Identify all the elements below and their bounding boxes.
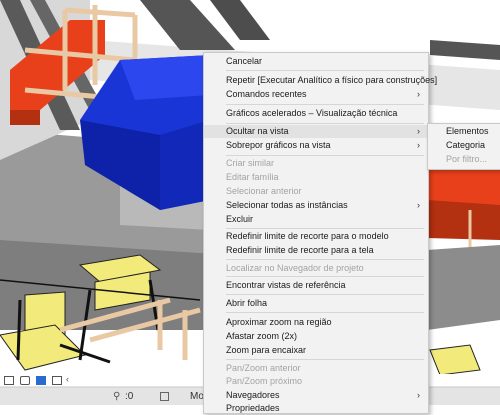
chevron-right-icon: › (417, 390, 420, 400)
menu-item-localizar-navegador[interactable]: Localizar no Navegador de projeto (204, 262, 428, 275)
menu-item-selecionar-anterior[interactable]: Selecionar anterior (204, 185, 428, 198)
menu-separator (226, 155, 424, 156)
chevron-right-icon: › (417, 140, 420, 150)
submenu-item-categoria[interactable]: Categoria (428, 139, 500, 152)
selection-filter-icon[interactable]: ⚲ (113, 391, 120, 402)
menu-item-selecionar-todas-instancias[interactable]: Selecionar todas as instâncias › (204, 199, 428, 212)
chevron-right-icon: › (417, 89, 420, 99)
view-control-icon-3[interactable] (36, 376, 46, 385)
menu-separator (226, 104, 424, 105)
menu-separator (226, 312, 424, 313)
context-menu: Cancelar Repetir [Executar Analítico a f… (203, 52, 437, 415)
selection-count: :0 (125, 391, 134, 402)
menu-item-redefinir-recorte-tela[interactable]: Redefinir limite de recorte para a tela (204, 244, 428, 257)
model-label: Mo (190, 391, 204, 402)
menu-item-abrir-folha[interactable]: Abrir folha (204, 297, 428, 310)
menu-separator (226, 228, 424, 229)
view-control-chevron-icon[interactable]: ‹ (66, 374, 69, 384)
menu-separator (226, 259, 424, 260)
menu-item-aproximar-zoom[interactable]: Aproximar zoom na região (204, 316, 428, 329)
menu-separator (226, 359, 424, 360)
view-control-icon-1[interactable] (4, 376, 14, 385)
menu-item-navegadores[interactable]: Navegadores › (204, 389, 428, 402)
menu-item-afastar-zoom[interactable]: Afastar zoom (2x) (204, 330, 428, 343)
chevron-right-icon: › (417, 200, 420, 210)
chevron-right-icon: › (417, 126, 420, 136)
menu-item-cancelar[interactable]: Cancelar (204, 55, 428, 68)
menu-item-repetir[interactable]: Repetir [Executar Analítico a físico par… (204, 74, 437, 87)
menu-separator (226, 70, 424, 71)
menu-separator (226, 276, 424, 277)
menu-item-zoom-encaixar[interactable]: Zoom para encaixar (204, 344, 428, 357)
menu-item-excluir[interactable]: Excluir (204, 213, 428, 226)
model-icon[interactable] (160, 392, 169, 401)
menu-item-ocultar-na-vista[interactable]: Ocultar na vista › (204, 125, 428, 138)
menu-item-pan-zoom-anterior[interactable]: Pan/Zoom anterior (204, 362, 428, 375)
submenu-item-elementos[interactable]: Elementos (428, 125, 500, 138)
menu-item-criar-similar[interactable]: Criar similar (204, 157, 428, 170)
menu-item-graficos-acelerados[interactable]: Gráficos acelerados – Visualização técni… (204, 107, 428, 120)
menu-item-comandos-recentes[interactable]: Comandos recentes › (204, 88, 428, 101)
menu-item-redefinir-recorte-modelo[interactable]: Redefinir limite de recorte para o model… (204, 230, 428, 243)
menu-item-editar-familia[interactable]: Editar família (204, 171, 428, 184)
submenu-item-por-filtro[interactable]: Por filtro... (428, 153, 500, 166)
menu-item-pan-zoom-proximo[interactable]: Pan/Zoom próximo (204, 375, 428, 388)
view-control-icon-4[interactable] (52, 376, 62, 385)
menu-item-propriedades[interactable]: Propriedades (204, 402, 428, 415)
menu-item-sobrepor-graficos[interactable]: Sobrepor gráficos na vista › (204, 139, 428, 152)
menu-separator (226, 123, 424, 124)
view-control-icon-2[interactable] (20, 376, 30, 385)
submenu-ocultar-na-vista: Elementos Categoria Por filtro... (427, 123, 500, 170)
menu-separator (226, 294, 424, 295)
menu-item-encontrar-vistas-referencia[interactable]: Encontrar vistas de referência (204, 279, 428, 292)
